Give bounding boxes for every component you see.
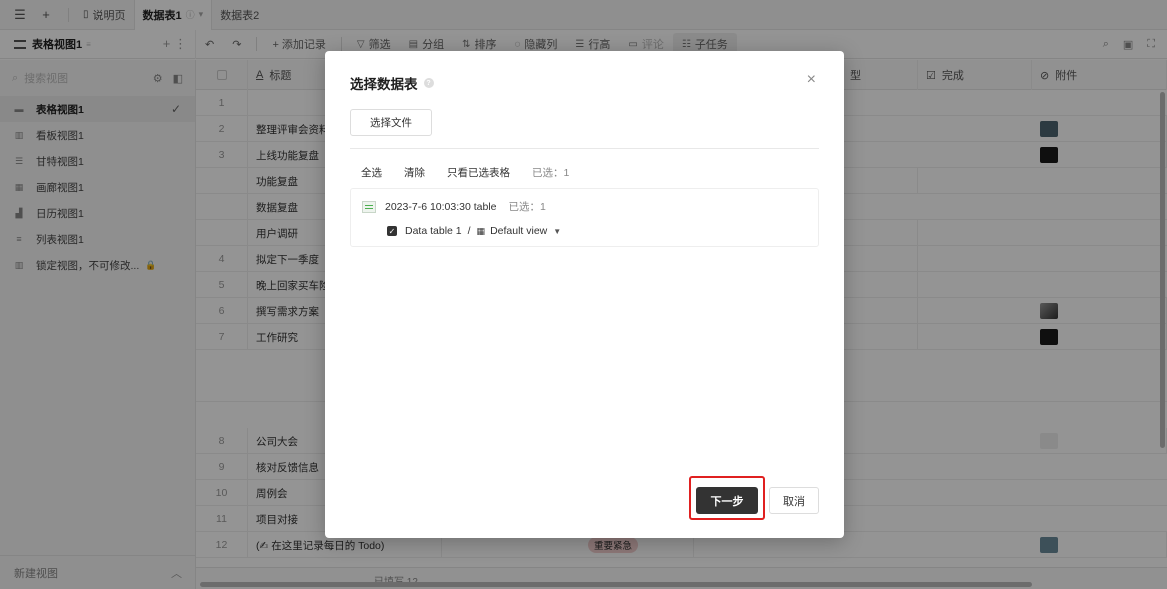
dialog-title: 选择数据表 ?: [350, 73, 434, 93]
select-all-link[interactable]: 全选: [361, 165, 382, 180]
caret-down-icon[interactable]: ▼: [553, 227, 561, 236]
only-selected-link[interactable]: 只看已选表格: [447, 165, 510, 180]
checkbox-checked-icon[interactable]: ✓: [387, 226, 397, 236]
cancel-button[interactable]: 取消: [769, 487, 819, 514]
select-file-button[interactable]: 选择文件: [350, 109, 432, 136]
sheet-item[interactable]: ✓ Data table 1 / ▦ Default view ▼: [387, 225, 561, 237]
clear-link[interactable]: 清除: [404, 165, 425, 180]
file-selected-count: 已选：1: [508, 201, 546, 213]
selection-bar: 全选 清除 只看已选表格 已选：1: [361, 165, 591, 180]
spreadsheet-file-icon: [362, 200, 376, 213]
sheet-name: Data table 1: [405, 225, 462, 237]
grid-icon: ▦: [476, 225, 486, 236]
select-table-dialog: 选择数据表 ? × 选择文件 全选 清除 只看已选表格 已选：1 2023-7-…: [325, 51, 844, 538]
close-icon[interactable]: ×: [807, 71, 816, 89]
next-button[interactable]: 下一步: [696, 487, 758, 514]
file-list: 2023-7-6 10:03:30 table 已选：1 ✓ Data tabl…: [350, 188, 819, 247]
divider: [350, 148, 819, 149]
selected-count: 已选：1: [532, 167, 570, 179]
dialog-title-text: 选择数据表: [350, 77, 418, 92]
path-separator: /: [467, 225, 471, 237]
help-icon[interactable]: ?: [423, 78, 434, 88]
view-name[interactable]: Default view: [490, 225, 547, 237]
file-item[interactable]: 2023-7-6 10:03:30 table 已选：1: [362, 199, 546, 214]
file-name: 2023-7-6 10:03:30 table: [385, 200, 497, 213]
